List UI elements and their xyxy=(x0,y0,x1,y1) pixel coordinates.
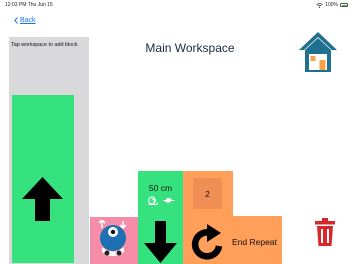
back-button[interactable]: Back xyxy=(14,17,36,24)
status-indicators: 100% xyxy=(316,2,348,8)
end-repeat-label: End Repeat xyxy=(232,237,277,247)
dash-robot-icon xyxy=(98,220,127,256)
end-repeat-block[interactable]: End Repeat xyxy=(183,216,282,264)
distance-label: 50 cm xyxy=(148,183,173,193)
palette-hint: Tap workspace to add block xyxy=(11,42,78,48)
back-label: Back xyxy=(20,17,36,24)
turtle-icon xyxy=(163,198,175,203)
workspace-title: Main Workspace xyxy=(145,41,235,55)
battery-icon xyxy=(340,3,348,7)
distance-parameter-block[interactable]: 50 cm xyxy=(138,171,183,216)
snail-icon xyxy=(148,196,158,205)
trash-icon[interactable] xyxy=(315,218,335,246)
move-backward-block[interactable] xyxy=(138,216,183,264)
down-arrow-icon xyxy=(144,221,177,263)
up-arrow-icon xyxy=(22,177,63,221)
back-chevron-icon xyxy=(14,17,18,24)
home-icon[interactable] xyxy=(298,31,338,73)
repeat-count-block[interactable]: 2 xyxy=(183,171,233,216)
battery-percent: 100% xyxy=(325,2,338,8)
status-time: 12:03 PM Thu Jun 15 xyxy=(5,2,53,8)
turn-right-icon xyxy=(191,224,223,260)
dash-robot-block[interactable] xyxy=(90,217,138,264)
wifi-icon xyxy=(316,2,323,8)
repeat-count[interactable]: 2 xyxy=(193,178,222,209)
palette-forward-block[interactable] xyxy=(12,95,74,263)
block-palette: Tap workspace to add block xyxy=(9,37,89,264)
